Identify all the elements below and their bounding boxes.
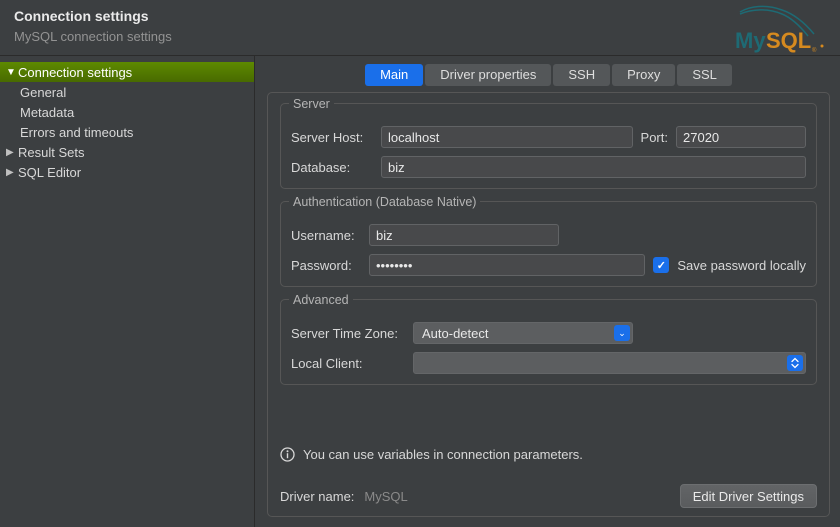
check-icon: ✓ bbox=[653, 257, 669, 273]
sidebar-item-general[interactable]: General bbox=[0, 82, 254, 102]
username-input[interactable] bbox=[369, 224, 559, 246]
password-label: Password: bbox=[291, 258, 361, 273]
svg-text:®: ® bbox=[812, 47, 817, 54]
database-label: Database: bbox=[291, 160, 373, 175]
tab-ssl[interactable]: SSL bbox=[677, 64, 732, 86]
panel-main: Server Server Host: Port: Database: Auth… bbox=[267, 92, 830, 517]
password-input[interactable] bbox=[369, 254, 645, 276]
database-input[interactable] bbox=[381, 156, 806, 178]
page-title: Connection settings bbox=[14, 8, 826, 24]
footer-info: You can use variables in connection para… bbox=[280, 447, 817, 462]
chevron-down-icon[interactable]: ▼ bbox=[6, 67, 16, 78]
sidebar-item-connection-settings[interactable]: ▼ Connection settings bbox=[0, 62, 254, 82]
port-input[interactable] bbox=[676, 126, 806, 148]
tab-ssh[interactable]: SSH bbox=[553, 64, 610, 86]
group-server: Server Server Host: Port: Database: bbox=[280, 103, 817, 189]
server-timezone-select[interactable]: Auto-detect ⌄ bbox=[413, 322, 633, 344]
content: ▼ Connection settings General Metadata E… bbox=[0, 56, 840, 527]
header: Connection settings MySQL connection set… bbox=[0, 0, 840, 56]
sidebar-item-result-sets[interactable]: ▶ Result Sets bbox=[0, 142, 254, 162]
main: Main Driver properties SSH Proxy SSL Ser… bbox=[255, 56, 840, 527]
footer-row: Driver name: MySQL Edit Driver Settings bbox=[280, 484, 817, 508]
driver-name-value: MySQL bbox=[364, 489, 407, 504]
group-title: Server bbox=[289, 97, 334, 111]
page-subtitle: MySQL connection settings bbox=[14, 29, 826, 44]
edit-driver-settings-button[interactable]: Edit Driver Settings bbox=[680, 484, 817, 508]
sidebar-item-label: Metadata bbox=[20, 105, 74, 120]
sidebar-item-metadata[interactable]: Metadata bbox=[0, 102, 254, 122]
username-label: Username: bbox=[291, 228, 361, 243]
svg-text:SQL: SQL bbox=[766, 28, 811, 53]
chevron-right-icon[interactable]: ▶ bbox=[6, 167, 16, 178]
server-host-input[interactable] bbox=[381, 126, 633, 148]
server-host-label: Server Host: bbox=[291, 130, 373, 145]
sidebar-item-errors-timeouts[interactable]: Errors and timeouts bbox=[0, 122, 254, 142]
group-authentication: Authentication (Database Native) Usernam… bbox=[280, 201, 817, 287]
tabbar: Main Driver properties SSH Proxy SSL bbox=[267, 64, 830, 86]
group-title: Authentication (Database Native) bbox=[289, 195, 480, 209]
info-text: You can use variables in connection para… bbox=[303, 447, 583, 462]
tab-proxy[interactable]: Proxy bbox=[612, 64, 675, 86]
port-label: Port: bbox=[641, 130, 668, 145]
svg-text:My: My bbox=[735, 28, 766, 53]
save-password-checkbox[interactable]: ✓ Save password locally bbox=[653, 257, 806, 273]
select-value: Auto-detect bbox=[422, 326, 614, 341]
sidebar-item-sql-editor[interactable]: ▶ SQL Editor bbox=[0, 162, 254, 182]
group-title: Advanced bbox=[289, 293, 353, 307]
sidebar-item-label: Errors and timeouts bbox=[20, 125, 133, 140]
sidebar: ▼ Connection settings General Metadata E… bbox=[0, 56, 255, 527]
chevron-right-icon[interactable]: ▶ bbox=[6, 147, 16, 158]
sidebar-item-label: Connection settings bbox=[18, 65, 132, 80]
chevron-down-icon: ⌄ bbox=[614, 325, 630, 341]
sidebar-item-label: Result Sets bbox=[18, 145, 84, 160]
local-client-label: Local Client: bbox=[291, 356, 405, 371]
group-advanced: Advanced Server Time Zone: Auto-detect ⌄… bbox=[280, 299, 817, 385]
info-icon bbox=[280, 447, 295, 462]
tab-main[interactable]: Main bbox=[365, 64, 423, 86]
chevron-updown-icon bbox=[787, 355, 803, 371]
tab-driver-properties[interactable]: Driver properties bbox=[425, 64, 551, 86]
local-client-select[interactable] bbox=[413, 352, 806, 374]
sidebar-item-label: General bbox=[20, 85, 66, 100]
server-timezone-label: Server Time Zone: bbox=[291, 326, 405, 341]
mysql-logo: My SQL ® bbox=[732, 4, 830, 54]
sidebar-item-label: SQL Editor bbox=[18, 165, 81, 180]
save-password-label: Save password locally bbox=[677, 258, 806, 273]
driver-name-label: Driver name: bbox=[280, 489, 354, 504]
